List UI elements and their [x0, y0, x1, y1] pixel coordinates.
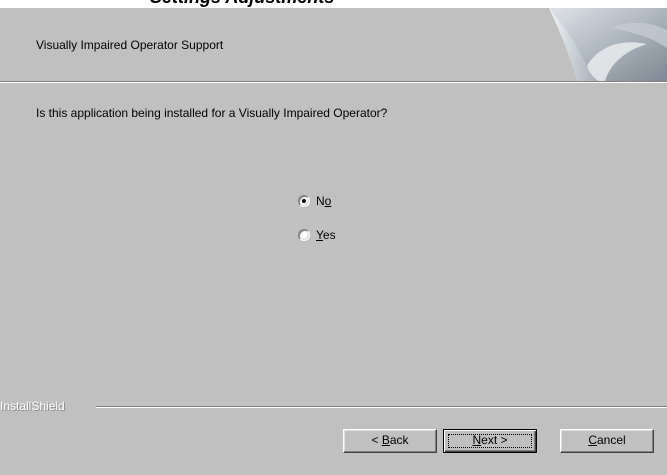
- page-heading-fragment: Settings Adjustments: [150, 0, 334, 8]
- header-divider: [0, 81, 667, 83]
- radio-yes-label-post: es: [322, 228, 336, 242]
- radio-no-label[interactable]: No: [316, 194, 331, 208]
- page-heading-strip: Settings Adjustments: [0, 0, 667, 8]
- back-button[interactable]: < Back: [343, 429, 437, 453]
- header-title: Visually Impaired Operator Support: [36, 38, 224, 52]
- radio-no-label-mnemonic: o: [324, 194, 332, 208]
- radio-yes-label-mnemonic: Y: [316, 228, 323, 242]
- cancel-button-mnemonic: C: [588, 433, 597, 447]
- radio-yes-indicator[interactable]: [298, 229, 310, 241]
- next-button[interactable]: Next >: [443, 429, 537, 453]
- radio-no-indicator[interactable]: [298, 195, 310, 207]
- cancel-button-post: ancel: [596, 433, 626, 447]
- back-button-pre: <: [371, 433, 382, 447]
- radio-yes[interactable]: Yes: [298, 227, 336, 243]
- radio-no[interactable]: No: [298, 193, 331, 209]
- back-button-mnemonic: B: [381, 433, 390, 447]
- branding-divider: [96, 406, 667, 408]
- installer-dialog: Visually Impaired Operator Support Is th…: [0, 8, 667, 475]
- question-text: Is this application being installed for …: [36, 106, 388, 120]
- radio-no-label-pre: N: [316, 194, 325, 208]
- installshield-branding: InstallShield: [0, 399, 65, 413]
- curled-page-graphic: [549, 8, 667, 81]
- radio-yes-label[interactable]: Yes: [316, 228, 336, 242]
- next-button-mnemonic: N: [472, 433, 482, 447]
- cancel-button[interactable]: Cancel: [560, 429, 654, 453]
- dialog-header: Visually Impaired Operator Support: [0, 8, 667, 81]
- next-button-post: ext >: [481, 433, 508, 447]
- back-button-post: ack: [389, 433, 409, 447]
